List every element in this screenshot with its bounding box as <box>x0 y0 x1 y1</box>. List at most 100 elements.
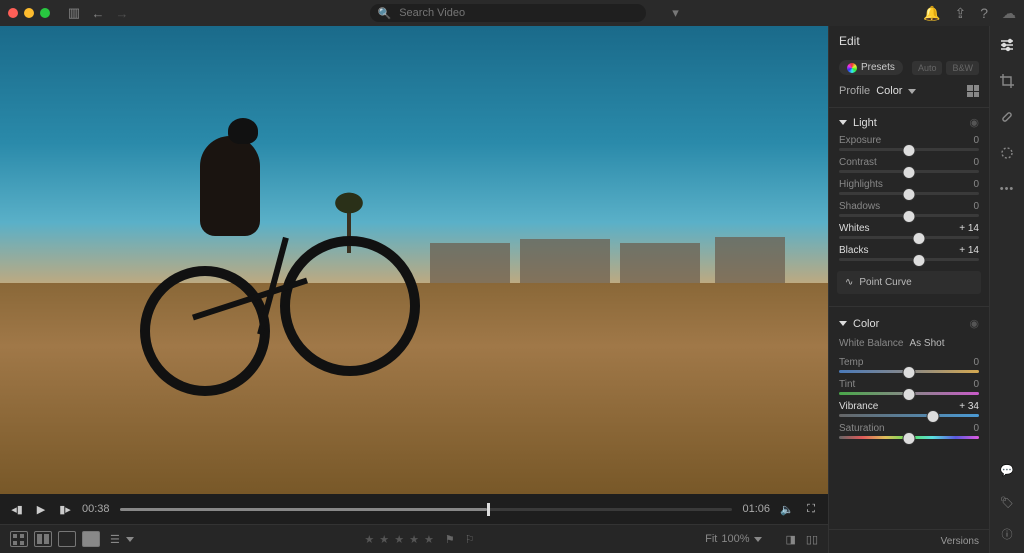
saturation-value: 0 <box>973 423 979 434</box>
view-mode-group <box>10 531 100 547</box>
bw-button[interactable]: B&W <box>946 61 979 75</box>
playback-bar: ◂▮ ▶ ▮▸ 00:38 01:06 🔈 ⛶ <box>0 494 828 524</box>
point-curve-button[interactable]: ∿ Point Curve <box>837 271 981 294</box>
close-window[interactable] <box>8 8 18 18</box>
contrast-value: 0 <box>973 157 979 168</box>
filter-icon[interactable]: ▾ <box>668 5 684 21</box>
profile-value[interactable]: Color <box>876 85 902 97</box>
vibrance-label: Vibrance <box>839 401 878 412</box>
whites-label: Whites <box>839 223 870 234</box>
maximize-window[interactable] <box>40 8 50 18</box>
vibrance-slider[interactable]: Vibrance + 34 <box>829 399 989 421</box>
color-title: Color <box>853 318 879 330</box>
chevron-down-icon <box>839 120 847 125</box>
tool-rail: ••• 💬 🏷 ⓘ <box>989 26 1024 553</box>
volume-icon[interactable]: 🔈 <box>780 502 794 516</box>
blacks-label: Blacks <box>839 245 868 256</box>
help-icon[interactable]: ? <box>980 5 988 21</box>
cloud-icon[interactable]: ☁ <box>1002 5 1016 22</box>
compare-view-icon[interactable] <box>58 531 76 547</box>
bottom-bar: ☰ ★ ★ ★ ★ ★ ⚑ ⚐ Fit 100% ◨ ▯▯ <box>0 524 828 553</box>
panel-toggle-icon[interactable]: ▥ <box>66 5 82 21</box>
saturation-label: Saturation <box>839 423 885 434</box>
exposure-slider[interactable]: Exposure0 <box>829 133 989 155</box>
zoom-level[interactable]: 100% <box>721 533 749 545</box>
search-icon: 🔍 <box>378 7 392 20</box>
sort-menu-chevron[interactable] <box>126 537 134 542</box>
light-visibility-icon[interactable]: ◉ <box>969 116 979 129</box>
flag-pick-icon[interactable]: ⚑ <box>445 533 455 546</box>
profile-label: Profile <box>839 85 870 97</box>
light-title: Light <box>853 117 877 129</box>
timeline-scrubber[interactable] <box>120 508 733 511</box>
curve-icon: ∿ <box>845 277 853 288</box>
split-view-icon[interactable] <box>34 531 52 547</box>
grid-view-icon[interactable] <box>10 531 28 547</box>
masking-icon[interactable] <box>998 144 1016 162</box>
healing-icon[interactable] <box>998 108 1016 126</box>
search-box[interactable]: 🔍 <box>370 4 646 22</box>
forward-icon[interactable]: → <box>114 5 130 21</box>
minimize-window[interactable] <box>24 8 34 18</box>
window-controls <box>8 8 50 18</box>
shadows-value: 0 <box>973 201 979 212</box>
vibrance-value: + 34 <box>959 401 979 412</box>
zoom-chevron-icon[interactable] <box>754 537 762 542</box>
play-button[interactable]: ▶ <box>34 502 48 516</box>
shadows-label: Shadows <box>839 201 880 212</box>
temp-label: Temp <box>839 357 863 368</box>
color-visibility-icon[interactable]: ◉ <box>969 317 979 330</box>
exposure-label: Exposure <box>839 135 881 146</box>
back-icon[interactable]: ← <box>90 5 106 21</box>
tint-slider[interactable]: Tint0 <box>829 377 989 399</box>
tint-value: 0 <box>973 379 979 390</box>
titlebar: ▥ ← → 🔍 ▾ 🔔 ⇪ ? ☁ <box>0 0 1024 26</box>
profile-chevron-icon[interactable] <box>908 89 916 94</box>
search-input[interactable] <box>397 6 637 20</box>
panel-title: Edit <box>839 34 860 48</box>
contrast-slider[interactable]: Contrast 0 <box>829 155 989 177</box>
rating-stars[interactable]: ★ ★ ★ ★ ★ <box>364 533 435 546</box>
whites-slider[interactable]: Whites+ 14 <box>829 221 989 243</box>
white-balance-value[interactable]: As Shot <box>909 338 944 349</box>
keywords-icon[interactable]: 🏷 <box>998 493 1016 511</box>
edit-sliders-icon[interactable] <box>998 36 1016 54</box>
color-section-header[interactable]: Color ◉ <box>829 309 989 334</box>
comments-icon[interactable]: 💬 <box>998 461 1016 479</box>
presets-icon <box>847 63 857 73</box>
blacks-value: + 14 <box>959 245 979 256</box>
saturation-slider[interactable]: Saturation 0 <box>829 421 989 443</box>
before-after-icon[interactable]: ◨ <box>786 533 796 546</box>
contrast-label: Contrast <box>839 157 877 168</box>
bell-icon[interactable]: 🔔 <box>923 5 940 22</box>
prev-frame-button[interactable]: ◂▮ <box>10 502 24 516</box>
more-icon[interactable]: ••• <box>998 180 1016 198</box>
presets-label: Presets <box>861 62 895 73</box>
chevron-down-icon <box>839 321 847 326</box>
temp-value: 0 <box>973 357 979 368</box>
highlights-slider[interactable]: Highlights 0 <box>829 177 989 199</box>
next-frame-button[interactable]: ▮▸ <box>58 502 72 516</box>
fit-label[interactable]: Fit <box>705 533 717 545</box>
highlights-value: 0 <box>973 179 979 190</box>
blacks-slider[interactable]: Blacks + 14 <box>829 243 989 265</box>
video-canvas[interactable] <box>0 26 828 494</box>
duration: 01:06 <box>742 503 770 515</box>
versions-button[interactable]: Versions <box>829 529 989 553</box>
loupe-view-icon[interactable] <box>82 531 100 547</box>
info-icon[interactable]: ⓘ <box>998 525 1016 543</box>
highlights-label: Highlights <box>839 179 883 190</box>
profile-grid-icon[interactable] <box>967 85 979 97</box>
share-icon[interactable]: ⇪ <box>954 5 966 22</box>
light-section-header[interactable]: Light ◉ <box>829 108 989 133</box>
edit-panel: Edit Presets Auto B&W Profile Color <box>828 26 989 553</box>
temp-slider[interactable]: Temp 0 <box>829 355 989 377</box>
fullscreen-icon[interactable]: ⛶ <box>804 502 818 516</box>
presets-button[interactable]: Presets <box>839 60 903 75</box>
sort-icon[interactable]: ☰ <box>110 533 120 546</box>
shadows-slider[interactable]: Shadows 0 <box>829 199 989 221</box>
flag-reject-icon[interactable]: ⚐ <box>465 533 475 546</box>
auto-button[interactable]: Auto <box>912 61 943 75</box>
layout-icon[interactable]: ▯▯ <box>806 533 818 546</box>
crop-icon[interactable] <box>998 72 1016 90</box>
